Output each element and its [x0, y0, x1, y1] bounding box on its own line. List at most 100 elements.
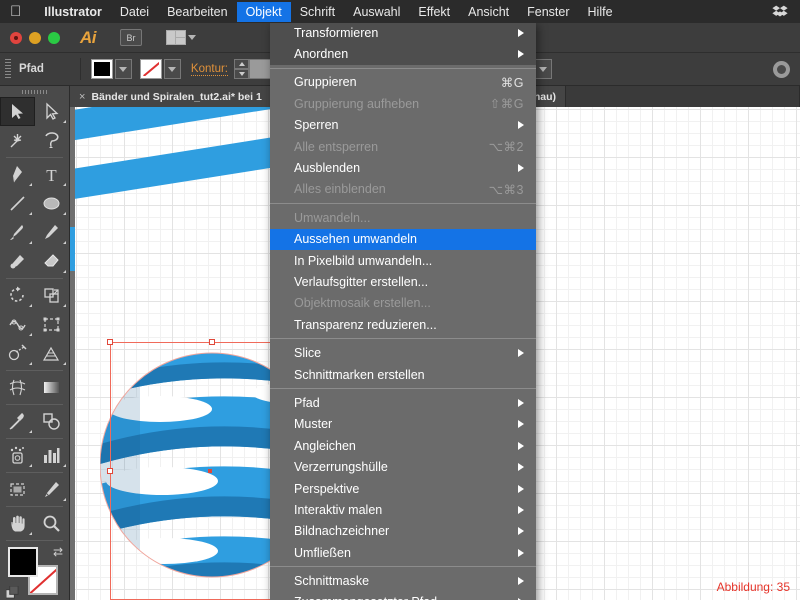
direct-selection-tool[interactable]	[35, 97, 70, 126]
selection-handle[interactable]	[107, 339, 113, 345]
artboard-tool[interactable]	[0, 475, 35, 504]
menu-item-bildnachzeichner[interactable]: Bildnachzeichner	[270, 521, 536, 542]
submenu-arrow-icon	[518, 349, 524, 358]
blend-tool[interactable]	[35, 407, 70, 436]
close-icon[interactable]: ×	[79, 91, 85, 103]
graphic-style-dropdown[interactable]	[534, 59, 552, 79]
menu-item-anordnen[interactable]: Anordnen	[270, 43, 536, 64]
menu-item-label: Umfließen	[294, 545, 351, 560]
symbol-sprayer-icon	[10, 446, 24, 464]
menu-item-in-pixelbild-umwandeln[interactable]: In Pixelbild umwandeln...	[270, 250, 536, 271]
menu-item-schnittmarken-erstellen[interactable]: Schnittmarken erstellen	[270, 364, 536, 385]
zoom-tool[interactable]	[35, 509, 70, 538]
eyedropper-tool[interactable]	[0, 407, 35, 436]
menubar-item-auswahl[interactable]: Auswahl	[344, 2, 409, 22]
free-transform-tool[interactable]	[35, 310, 70, 339]
stroke-dropdown-button[interactable]	[163, 59, 181, 79]
menubar-item-schrift[interactable]: Schrift	[291, 2, 344, 22]
pen-tool[interactable]	[0, 160, 35, 189]
menu-item-shortcut: ⌘G	[500, 75, 524, 90]
fill-color-large[interactable]	[8, 547, 38, 577]
rotate-tool[interactable]	[0, 281, 35, 310]
maximize-window-button[interactable]	[48, 31, 60, 44]
stroke-color-swatch[interactable]	[139, 59, 162, 79]
menu-item-umfließen[interactable]: Umfließen	[270, 542, 536, 563]
perspective-grid-icon	[43, 346, 60, 361]
menu-item-schnittmaske[interactable]: Schnittmaske	[270, 570, 536, 591]
gradient-tool[interactable]	[35, 373, 70, 402]
stepper-up-button[interactable]	[234, 59, 249, 69]
ellipse-tool[interactable]	[35, 189, 70, 218]
vertical-scrollbar[interactable]	[70, 107, 75, 600]
menu-item-perspektive[interactable]: Perspektive	[270, 478, 536, 499]
menu-item-slice[interactable]: Slice	[270, 342, 536, 363]
menubar-item-effekt[interactable]: Effekt	[409, 2, 459, 22]
paintbrush-tool[interactable]	[0, 218, 35, 247]
menu-item-sperren[interactable]: Sperren	[270, 115, 536, 136]
menu-item-label: Umwandeln...	[294, 210, 371, 225]
arrange-documents-button[interactable]	[166, 30, 196, 45]
close-window-button[interactable]	[10, 31, 22, 44]
menubar-item-fenster[interactable]: Fenster	[518, 2, 578, 22]
menu-item-muster[interactable]: Muster	[270, 414, 536, 435]
menu-item-transparenz-reduzieren[interactable]: Transparenz reduzieren...	[270, 314, 536, 335]
tool-divider	[6, 540, 63, 541]
scale-tool[interactable]	[35, 281, 70, 310]
menu-item-verzerrungshülle[interactable]: Verzerrungshülle	[270, 456, 536, 477]
fill-color-swatch[interactable]	[90, 59, 113, 79]
transparency-options-icon[interactable]	[773, 60, 790, 78]
width-tool[interactable]	[0, 310, 35, 339]
dropbox-icon[interactable]	[772, 5, 788, 19]
submenu-arrow-icon	[518, 548, 524, 557]
fill-dropdown-button[interactable]	[114, 59, 132, 79]
apple-menu-icon[interactable]: 	[10, 4, 21, 19]
menubar-item-hilfe[interactable]: Hilfe	[579, 2, 622, 22]
eraser-tool[interactable]	[35, 247, 70, 276]
tool-group-indicator	[28, 304, 32, 307]
tools-panel-grip[interactable]	[0, 86, 69, 97]
perspective-grid-tool[interactable]	[35, 339, 70, 368]
pencil-tool[interactable]	[35, 218, 70, 247]
menu-item-ausblenden[interactable]: Ausblenden	[270, 157, 536, 178]
line-segment-tool[interactable]	[0, 189, 35, 218]
menubar-item-objekt[interactable]: Objekt	[236, 1, 291, 22]
hand-tool[interactable]	[0, 509, 35, 538]
swap-fill-stroke-icon[interactable]: ⇄	[53, 545, 63, 559]
shape-builder-tool[interactable]	[0, 339, 35, 368]
menu-item-verlaufsgitter-erstellen[interactable]: Verlaufsgitter erstellen...	[270, 271, 536, 292]
menu-item-zusammengesetzter-pfad[interactable]: Zusammengesetzter Pfad	[270, 592, 536, 600]
menu-item-label: Anordnen	[294, 47, 349, 62]
menu-item-aussehen-umwandeln[interactable]: Aussehen umwandeln	[270, 228, 536, 250]
menu-item-pfad[interactable]: Pfad	[270, 392, 536, 413]
menubar-item-datei[interactable]: Datei	[111, 2, 158, 22]
menu-item-interaktiv-malen[interactable]: Interaktiv malen	[270, 499, 536, 520]
mesh-tool[interactable]	[0, 373, 35, 402]
lasso-tool[interactable]	[35, 126, 70, 155]
blob-brush-tool[interactable]	[0, 247, 35, 276]
line-segment-icon	[10, 196, 25, 211]
menu-item-gruppieren[interactable]: Gruppieren ⌘G	[270, 72, 536, 93]
column-graph-tool[interactable]	[35, 441, 70, 470]
type-tool[interactable]: T	[35, 160, 70, 189]
menubar-item-illustrator[interactable]: Illustrator	[35, 2, 111, 22]
default-fill-stroke-icon[interactable]	[6, 586, 19, 599]
selection-handle[interactable]	[107, 468, 113, 474]
slice-tool[interactable]	[35, 475, 70, 504]
menu-item-transformieren[interactable]: Transformieren	[270, 22, 536, 43]
menubar-item-bearbeiten[interactable]: Bearbeiten	[158, 2, 236, 22]
menubar-item-ansicht[interactable]: Ansicht	[459, 2, 518, 22]
magic-wand-tool[interactable]	[0, 126, 35, 155]
submenu-arrow-icon	[518, 463, 524, 472]
selection-tool[interactable]	[0, 97, 35, 126]
free-transform-icon	[43, 317, 60, 332]
menu-item-angleichen[interactable]: Angleichen	[270, 435, 536, 456]
scrollbar-thumb[interactable]	[70, 227, 75, 271]
stepper-down-button[interactable]	[234, 69, 249, 79]
control-bar-grip[interactable]	[5, 59, 11, 79]
minimize-window-button[interactable]	[29, 31, 41, 44]
selection-handle[interactable]	[209, 339, 215, 345]
symbol-sprayer-tool[interactable]	[0, 441, 35, 470]
bridge-button[interactable]: Br	[120, 29, 142, 46]
stroke-weight-stepper[interactable]	[234, 59, 249, 79]
menu-item-label: Muster	[294, 417, 333, 432]
